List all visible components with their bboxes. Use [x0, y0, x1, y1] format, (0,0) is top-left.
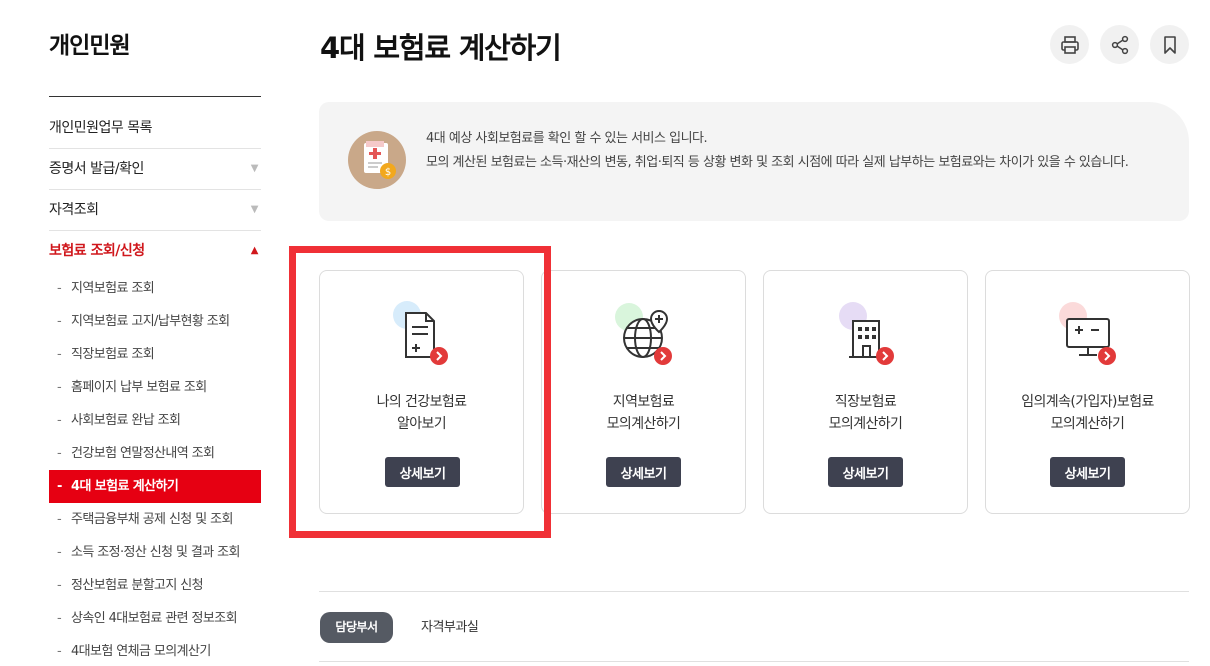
submenu-item-label: 상속인 4대보험료 관련 정보조회 — [71, 611, 238, 626]
card-label-line: 직장보험료 — [834, 394, 897, 410]
divider — [319, 591, 1189, 592]
submenu-dash: - — [57, 446, 62, 461]
sidebar-divider — [49, 96, 261, 97]
card-label: 임의계속(가입자)보험료 모의계산하기 — [986, 391, 1189, 435]
submenu-dash: - — [57, 479, 62, 494]
submenu-item[interactable]: - 직장보험료 조회 — [49, 338, 261, 371]
chevron-down-icon: ▼ — [250, 204, 259, 215]
svg-text:$: $ — [385, 167, 391, 178]
submenu-dash: - — [57, 347, 62, 362]
submenu-dash: - — [57, 380, 62, 395]
submenu-item[interactable]: -4대보험 연체금 모의계산기 — [49, 635, 261, 666]
submenu-item-current[interactable]: -4대 보험료 계산하기 — [49, 470, 261, 503]
sidebar-title: 개인민원 — [49, 33, 131, 59]
print-icon — [1060, 35, 1079, 54]
card-workplace-premium[interactable]: 직장보험료 모의계산하기 상세보기 — [763, 270, 968, 514]
submenu-item-label: 4대보험 연체금 모의계산기 — [71, 644, 211, 659]
sidebar-item-label: 증명서 발급/확인 — [49, 161, 144, 177]
share-icon — [1111, 35, 1128, 54]
submenu-item-label: 주택금융부채 공제 신청 및 조회 — [71, 512, 233, 527]
submenu-dash: - — [57, 578, 62, 593]
sidebar-item-premium[interactable]: 보험료 조회/신청 ▲ — [49, 231, 261, 272]
card-label: 지역보험료 모의계산하기 — [542, 391, 745, 435]
card-label-line: 모의계산하기 — [828, 416, 903, 432]
card-label-line: 지역보험료 — [612, 394, 675, 410]
submenu-item[interactable]: - 상속인 4대보험료 관련 정보조회 — [49, 602, 261, 635]
sidebar-item-eligibility[interactable]: 자격조회 ▼ — [49, 190, 261, 231]
submenu-item[interactable]: - 소득 조정·정산 신청 및 결과 조회 — [49, 536, 261, 569]
submenu-dash: - — [57, 413, 62, 428]
share-button[interactable] — [1100, 25, 1139, 64]
sidebar-item-service-list[interactable]: 개인민원업무 목록 — [49, 108, 261, 149]
submenu-item[interactable]: - 지역보험료 조회 — [49, 272, 261, 305]
submenu-item-label: 정산보험료 분할고지 신청 — [71, 578, 204, 593]
submenu-dash: - — [57, 545, 62, 560]
print-button[interactable] — [1050, 25, 1089, 64]
submenu-item[interactable]: - 지역보험료 고지/납부현황 조회 — [49, 305, 261, 338]
sidebar-item-certificates[interactable]: 증명서 발급/확인 ▼ — [49, 149, 261, 190]
chevron-down-icon: ▼ — [250, 163, 259, 174]
page-title: 4대 보험료 계산하기 — [320, 31, 562, 65]
info-line: 4대 예상 사회보험료를 확인 할 수 있는 서비스 입니다. — [426, 131, 708, 146]
card-label-line: 임의계속(가입자)보험료 — [1021, 394, 1154, 410]
card-voluntary-premium[interactable]: 임의계속(가입자)보험료 모의계산하기 상세보기 — [985, 270, 1190, 514]
card-label-line: 모의계산하기 — [606, 416, 681, 432]
tab-department[interactable]: 담당부서 — [320, 612, 393, 643]
submenu-item[interactable]: - 정산보험료 분할고지 신청 — [49, 569, 261, 602]
submenu-dash: - — [57, 314, 62, 329]
submenu-item[interactable]: - 주택금융부채 공제 신청 및 조회 — [49, 503, 261, 536]
divider — [319, 661, 1189, 662]
detail-button[interactable]: 상세보기 — [606, 457, 681, 487]
info-line: 모의 계산된 보험료는 소득·재산의 변동, 취업·퇴직 등 상황 변화 및 조… — [426, 155, 1129, 170]
globe-icon — [613, 301, 679, 367]
submenu-item[interactable]: - 사회보험료 완납 조회 — [49, 404, 261, 437]
calculator-monitor-icon — [1057, 301, 1123, 367]
building-icon — [835, 301, 901, 367]
detail-button[interactable]: 상세보기 — [828, 457, 903, 487]
sidebar-item-label: 보험료 조회/신청 — [49, 243, 145, 259]
card-regional-premium[interactable]: 지역보험료 모의계산하기 상세보기 — [541, 270, 746, 514]
submenu-dash: - — [57, 512, 62, 527]
sidebar-item-label: 개인민원업무 목록 — [49, 120, 153, 136]
submenu-item-label: 건강보험 연말정산내역 조회 — [71, 446, 215, 461]
card-label-line: 모의계산하기 — [1050, 416, 1125, 432]
submenu-dash: - — [57, 644, 62, 659]
info-text: 4대 예상 사회보험료를 확인 할 수 있는 서비스 입니다. 모의 계산된 보… — [426, 127, 1166, 175]
submenu-item[interactable]: - 건강보험 연말정산내역 조회 — [49, 437, 261, 470]
submenu-item-label: 지역보험료 조회 — [71, 281, 155, 296]
info-box: $ 4대 예상 사회보험료를 확인 할 수 있는 서비스 입니다. 모의 계산된… — [319, 102, 1189, 221]
highlight-box — [289, 246, 551, 538]
document-coin-icon: $ — [348, 131, 406, 189]
chevron-up-icon: ▲ — [250, 245, 259, 256]
submenu-item-label: 사회보험료 완납 조회 — [71, 413, 181, 428]
sidebar-menu: 개인민원업무 목록 증명서 발급/확인 ▼ 자격조회 ▼ 보험료 조회/신청 ▲… — [49, 108, 261, 666]
tab-eligibility-office[interactable]: 자격부과실 — [421, 612, 479, 643]
sidebar-submenu: - 지역보험료 조회 - 지역보험료 고지/납부현황 조회 - 직장보험료 조회 -홈… — [49, 272, 261, 666]
submenu-item[interactable]: - 홈페이지 납부 보험료 조회 — [49, 371, 261, 404]
bookmark-icon — [1163, 35, 1176, 54]
submenu-item-label: 지역보험료 고지/납부현황 조회 — [71, 314, 230, 329]
bookmark-button[interactable] — [1150, 25, 1189, 64]
submenu-item-label: 직장보험료 조회 — [71, 347, 155, 362]
submenu-dash: - — [57, 611, 62, 626]
card-label: 직장보험료 모의계산하기 — [764, 391, 967, 435]
sidebar-item-label: 자격조회 — [49, 202, 99, 218]
submenu-dash: - — [57, 281, 62, 296]
submenu-item-label: 4대 보험료 계산하기 — [71, 479, 179, 494]
sidebar: 개인민원 개인민원업무 목록 증명서 발급/확인 ▼ 자격조회 ▼ 보험료 조회… — [49, 0, 261, 666]
detail-button[interactable]: 상세보기 — [1050, 457, 1125, 487]
submenu-item-label: 소득 조정·정산 신청 및 결과 조회 — [71, 545, 240, 560]
submenu-item-label: 홈페이지 납부 보험료 조회 — [71, 380, 207, 395]
